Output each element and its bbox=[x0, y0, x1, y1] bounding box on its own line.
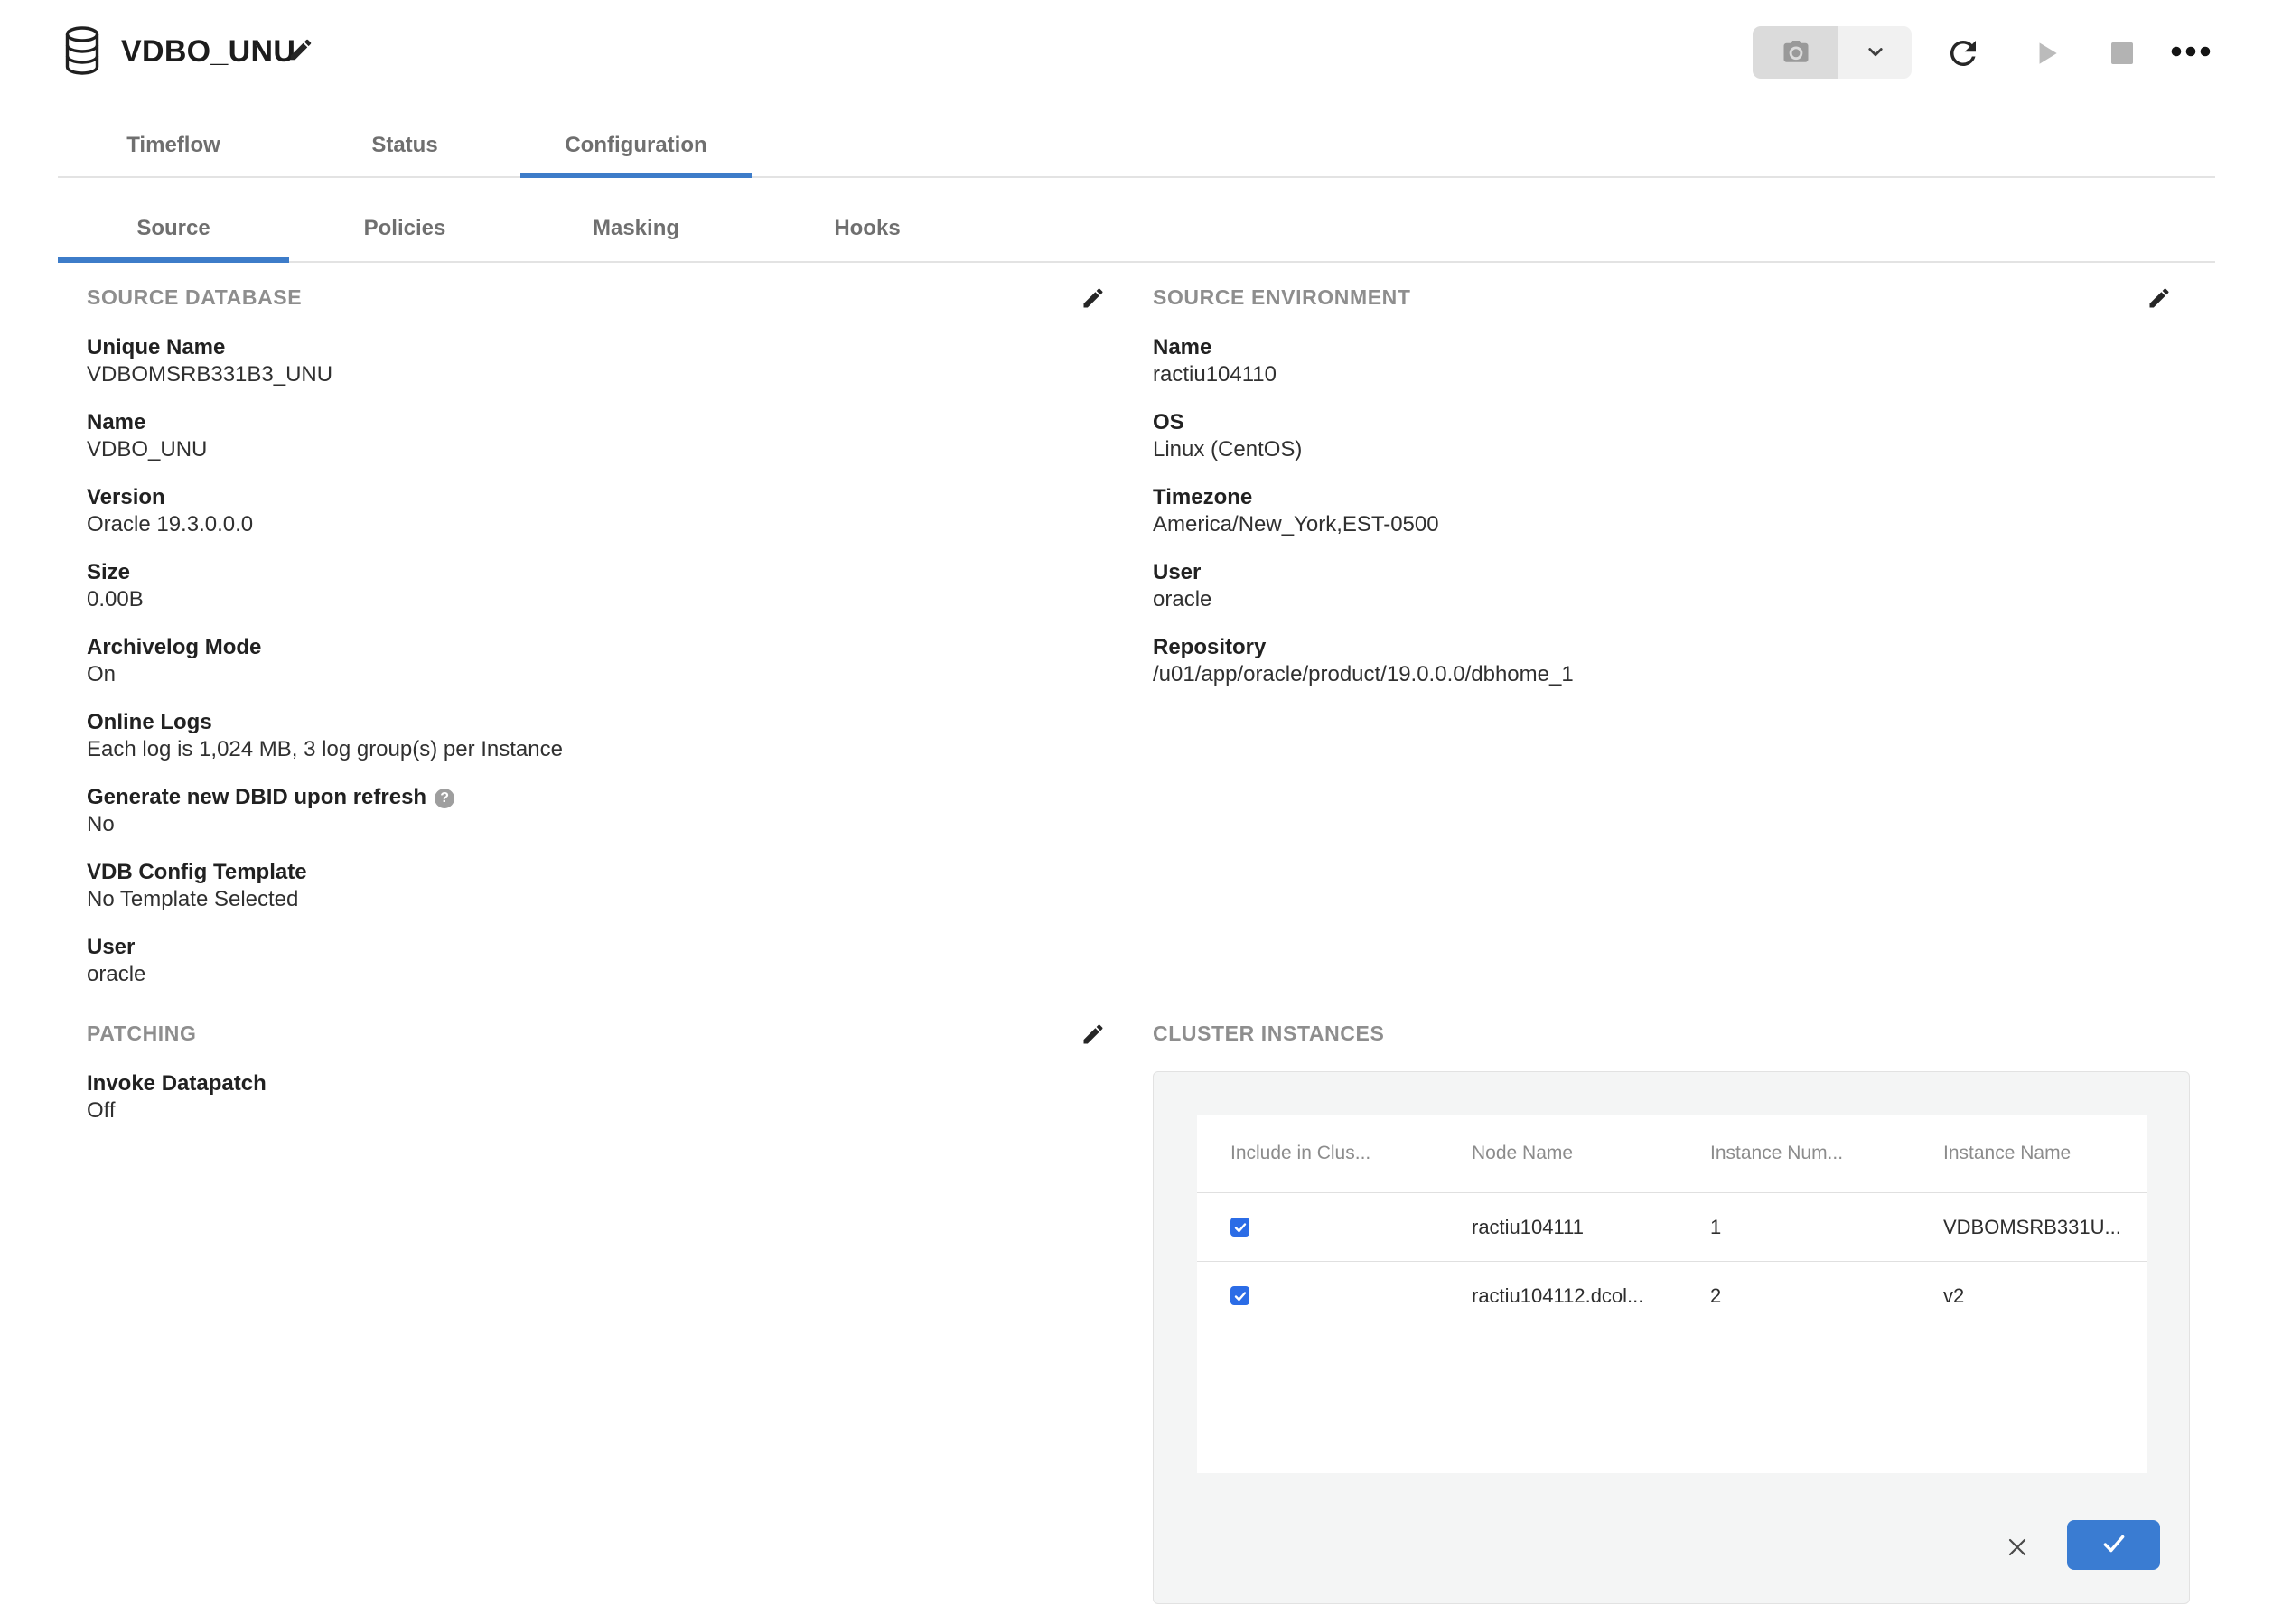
instance-number-cell: 1 bbox=[1710, 1216, 1943, 1239]
check-icon bbox=[2100, 1530, 2128, 1560]
help-icon[interactable]: ? bbox=[435, 789, 454, 808]
column-header-instance-name: Instance Name bbox=[1943, 1143, 2147, 1164]
database-icon bbox=[61, 25, 103, 76]
table-row: ractiu104112.dcol... 2 v2 bbox=[1197, 1262, 2147, 1330]
column-header-node-name: Node Name bbox=[1472, 1143, 1710, 1164]
cluster-instances-title: CLUSTER INSTANCES bbox=[1153, 1021, 2190, 1047]
source-database-title: SOURCE DATABASE bbox=[87, 285, 1044, 311]
subtab-source[interactable]: Source bbox=[58, 201, 289, 256]
source-database-section: SOURCE DATABASE Unique Name VDBOMSRB331B… bbox=[87, 285, 1044, 1009]
table-row: ractiu104111 1 VDBOMSRB331U... bbox=[1197, 1193, 2147, 1262]
source-environment-title: SOURCE ENVIRONMENT bbox=[1153, 285, 2147, 311]
node-name-cell: ractiu104111 bbox=[1472, 1216, 1710, 1239]
column-header-instance-number: Instance Num... bbox=[1710, 1143, 1943, 1164]
tabs-divider bbox=[58, 176, 2215, 178]
field-size: Size 0.00B bbox=[87, 559, 1044, 613]
active-subtab-indicator bbox=[58, 257, 289, 263]
include-checkbox[interactable] bbox=[1230, 1286, 1249, 1305]
chevron-down-icon bbox=[1862, 38, 1889, 68]
include-checkbox[interactable] bbox=[1230, 1218, 1249, 1237]
subtabs-divider bbox=[58, 261, 2215, 263]
tab-configuration[interactable]: Configuration bbox=[520, 117, 752, 173]
source-environment-section: SOURCE ENVIRONMENT Name ractiu104110 OS … bbox=[1153, 285, 2147, 709]
page-title: VDBO_UNU bbox=[121, 34, 295, 70]
cancel-button[interactable] bbox=[2003, 1533, 2032, 1562]
pencil-icon bbox=[1080, 1036, 1106, 1050]
configuration-subtabs: Source Policies Masking Hooks bbox=[58, 201, 983, 256]
refresh-icon bbox=[1944, 61, 1982, 75]
field-env-repository: Repository /u01/app/oracle/product/19.0.… bbox=[1153, 634, 2147, 688]
edit-source-database-button[interactable] bbox=[1080, 285, 1106, 311]
field-env-timezone: Timezone America/New_York,EST-0500 bbox=[1153, 484, 2147, 538]
field-env-name: Name ractiu104110 bbox=[1153, 334, 2147, 388]
main-tabs: Timeflow Status Configuration bbox=[58, 117, 752, 173]
field-invoke-datapatch: Invoke Datapatch Off bbox=[87, 1070, 1044, 1125]
patching-section: PATCHING Invoke Datapatch Off bbox=[87, 1021, 1044, 1145]
edit-title-button[interactable] bbox=[287, 36, 314, 63]
pencil-icon bbox=[2147, 300, 2172, 313]
subtab-masking[interactable]: Masking bbox=[520, 201, 752, 256]
field-name: Name VDBO_UNU bbox=[87, 409, 1044, 463]
more-actions-button[interactable] bbox=[2170, 43, 2212, 61]
tab-status[interactable]: Status bbox=[289, 117, 520, 173]
cluster-instances-card: Include in Clus... Node Name Instance Nu… bbox=[1153, 1071, 2190, 1604]
snapshot-button[interactable] bbox=[1753, 26, 1838, 79]
field-archivelog-mode: Archivelog Mode On bbox=[87, 634, 1044, 688]
camera-icon bbox=[1780, 35, 1812, 70]
start-button[interactable] bbox=[2031, 38, 2062, 69]
table-header-row: Include in Clus... Node Name Instance Nu… bbox=[1197, 1115, 2147, 1193]
field-generate-new-dbid: Generate new DBID upon refresh? No bbox=[87, 784, 1044, 838]
field-env-user: User oracle bbox=[1153, 559, 2147, 613]
column-header-include: Include in Clus... bbox=[1230, 1143, 1472, 1164]
confirm-button[interactable] bbox=[2067, 1520, 2160, 1570]
instance-number-cell: 2 bbox=[1710, 1284, 1943, 1308]
snapshot-split-button bbox=[1753, 26, 1912, 79]
cluster-instances-table: Include in Clus... Node Name Instance Nu… bbox=[1197, 1115, 2147, 1473]
subtab-hooks[interactable]: Hooks bbox=[752, 201, 983, 256]
subtab-policies[interactable]: Policies bbox=[289, 201, 520, 256]
ellipsis-icon bbox=[2170, 47, 2212, 61]
play-icon bbox=[2031, 58, 2062, 71]
field-unique-name: Unique Name VDBOMSRB331B3_UNU bbox=[87, 334, 1044, 388]
field-vdb-config-template: VDB Config Template No Template Selected bbox=[87, 859, 1044, 913]
snapshot-options-button[interactable] bbox=[1838, 26, 1912, 79]
field-version: Version Oracle 19.3.0.0.0 bbox=[87, 484, 1044, 538]
pencil-icon bbox=[287, 52, 314, 66]
instance-name-cell: VDBOMSRB331U... bbox=[1943, 1216, 2147, 1239]
node-name-cell: ractiu104112.dcol... bbox=[1472, 1284, 1710, 1308]
field-online-logs: Online Logs Each log is 1,024 MB, 3 log … bbox=[87, 709, 1044, 763]
instance-name-cell: v2 bbox=[1943, 1284, 2147, 1308]
edit-patching-button[interactable] bbox=[1080, 1022, 1106, 1047]
cluster-instances-section: CLUSTER INSTANCES bbox=[1153, 1021, 2190, 1070]
stop-icon bbox=[2109, 56, 2136, 70]
close-icon bbox=[2003, 1551, 2032, 1564]
edit-source-environment-button[interactable] bbox=[2147, 285, 2172, 311]
refresh-button[interactable] bbox=[1944, 34, 1982, 72]
tab-timeflow[interactable]: Timeflow bbox=[58, 117, 289, 173]
field-env-os: OS Linux (CentOS) bbox=[1153, 409, 2147, 463]
patching-title: PATCHING bbox=[87, 1021, 1044, 1047]
field-user: User oracle bbox=[87, 934, 1044, 988]
pencil-icon bbox=[1080, 300, 1106, 313]
stop-button[interactable] bbox=[2109, 40, 2136, 67]
active-tab-indicator bbox=[520, 173, 752, 178]
